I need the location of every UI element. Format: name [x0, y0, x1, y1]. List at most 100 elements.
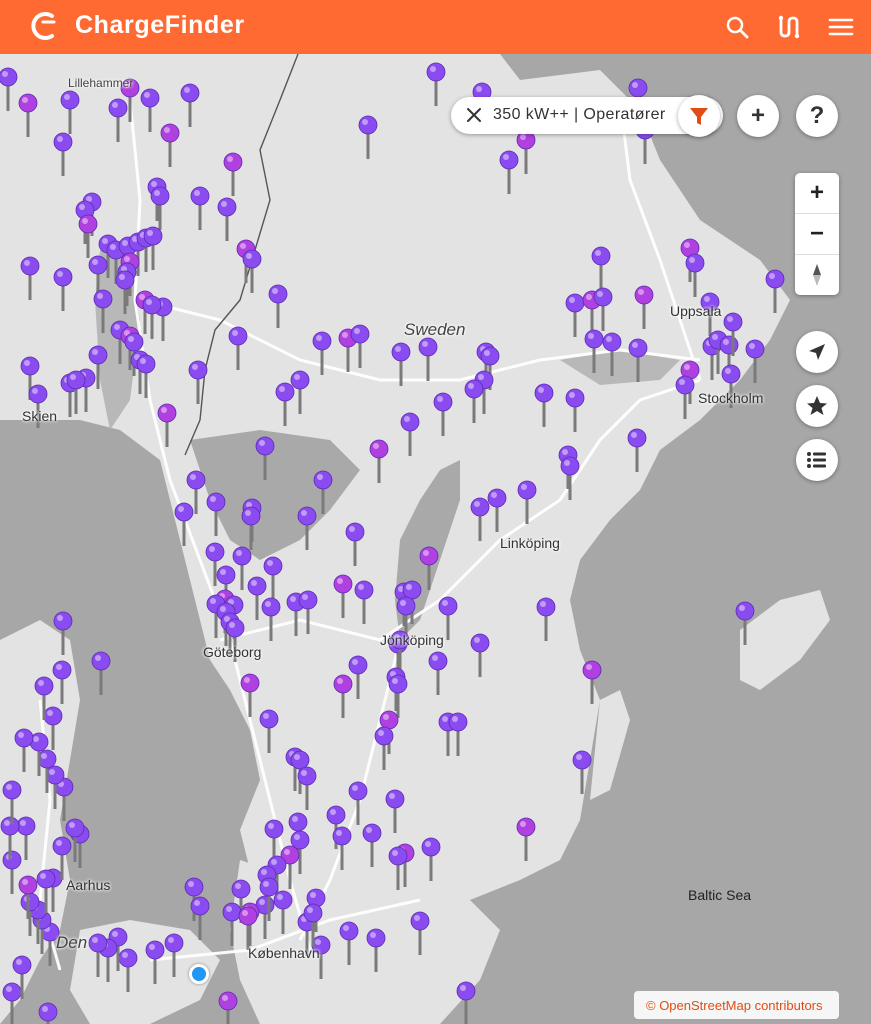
- pin-head: [12, 955, 32, 975]
- pin-head: [303, 903, 323, 923]
- pin-shine: [597, 291, 603, 297]
- pin-shine: [246, 253, 252, 259]
- pin-head: [273, 890, 293, 910]
- route-icon[interactable]: [774, 12, 804, 42]
- charging-station-pin[interactable]: [218, 991, 238, 1024]
- pin-shine: [261, 869, 267, 875]
- pin-shine: [358, 584, 364, 590]
- label-sweden: Sweden: [404, 320, 466, 339]
- pin-shine: [392, 850, 398, 856]
- pin-shine: [749, 343, 755, 349]
- pin-shine: [484, 350, 490, 356]
- pin-shine: [139, 294, 145, 300]
- charging-station-pin[interactable]: [38, 1002, 58, 1024]
- charging-station-pin[interactable]: [91, 651, 111, 695]
- pin-head: [255, 436, 275, 456]
- pin-head: [516, 817, 536, 837]
- pin-shine: [349, 526, 355, 532]
- pin-shine: [20, 820, 26, 826]
- pin-shine: [302, 594, 308, 600]
- pin-shine: [4, 820, 10, 826]
- add-charger-button[interactable]: +: [737, 95, 779, 137]
- pin-head: [2, 982, 22, 1002]
- charging-station-pin[interactable]: [456, 981, 476, 1024]
- label-baltic-sea: Baltic Sea: [688, 887, 752, 903]
- pin-head: [388, 674, 408, 694]
- pin-head: [290, 370, 310, 390]
- pin-shine: [684, 242, 690, 248]
- pin-shine: [245, 510, 251, 516]
- pin-shine: [540, 601, 546, 607]
- pin-shine: [49, 769, 55, 775]
- zoom-in-button[interactable]: +: [795, 173, 839, 213]
- pin-head: [206, 492, 226, 512]
- pin-head: [464, 379, 484, 399]
- pin-head: [721, 364, 741, 384]
- pin-shine: [337, 678, 343, 684]
- pin-head: [297, 506, 317, 526]
- locate-me-button[interactable]: [796, 331, 838, 373]
- pin-head: [180, 83, 200, 103]
- pin-head: [160, 123, 180, 143]
- pin-head: [313, 470, 333, 490]
- app-header: ChargeFinder: [0, 0, 871, 54]
- attribution-link[interactable]: © OpenStreetMap contributors: [646, 998, 823, 1013]
- pin-shine: [6, 784, 12, 790]
- pin-shine: [310, 892, 316, 898]
- pin-head: [396, 596, 416, 616]
- pin-shine: [478, 374, 484, 380]
- pin-shine: [57, 136, 63, 142]
- star-icon: [807, 396, 827, 415]
- pin-head: [157, 403, 177, 423]
- pin-shine: [235, 883, 241, 889]
- pin-shine: [82, 218, 88, 224]
- map-base: [0, 54, 830, 1024]
- pin-head: [421, 837, 441, 857]
- pin-head: [259, 709, 279, 729]
- list-view-button[interactable]: [796, 439, 838, 481]
- pin-shine: [56, 664, 62, 670]
- pin-shine: [727, 316, 733, 322]
- pin-shine: [723, 339, 729, 345]
- pin-head: [593, 287, 613, 307]
- pin-head: [470, 497, 490, 517]
- pin-head: [388, 846, 408, 866]
- compass-reset-button[interactable]: [795, 255, 839, 295]
- pin-shine: [631, 432, 637, 438]
- pin-shine: [354, 328, 360, 334]
- pin-head: [572, 750, 592, 770]
- label-kobenhavn: København: [248, 945, 320, 961]
- pin-shine: [92, 349, 98, 355]
- plus-icon: +: [750, 102, 765, 129]
- pin-head: [348, 781, 368, 801]
- help-button[interactable]: ?: [796, 95, 838, 137]
- pin-shine: [301, 510, 307, 516]
- pin-shine: [122, 240, 128, 246]
- filter-button[interactable]: [678, 95, 720, 137]
- pin-shine: [362, 119, 368, 125]
- pin-head: [369, 439, 389, 459]
- pin-shine: [452, 716, 458, 722]
- pin-head: [0, 67, 18, 87]
- pin-head: [402, 580, 422, 600]
- pin-head: [290, 830, 310, 850]
- pin-shine: [210, 496, 216, 502]
- pin-head: [275, 382, 295, 402]
- pin-head: [18, 93, 38, 113]
- pin-shine: [638, 289, 644, 295]
- pin-head: [418, 337, 438, 357]
- pin-head: [591, 246, 611, 266]
- favorites-button[interactable]: [796, 385, 838, 427]
- pin-shine: [114, 324, 120, 330]
- map-area[interactable]: Lillehammer Sweden Skien Uppsala Stockho…: [0, 54, 871, 1024]
- search-icon[interactable]: [722, 12, 752, 42]
- menu-icon[interactable]: [826, 12, 856, 42]
- zoom-out-button[interactable]: −: [795, 214, 839, 254]
- pin-shine: [704, 296, 710, 302]
- pin-head: [565, 388, 585, 408]
- pin-shine: [92, 937, 98, 943]
- map-attribution[interactable]: © OpenStreetMap contributors: [634, 991, 839, 1019]
- close-icon[interactable]: [463, 104, 485, 126]
- pin-head: [517, 480, 537, 500]
- pin-shine: [373, 443, 379, 449]
